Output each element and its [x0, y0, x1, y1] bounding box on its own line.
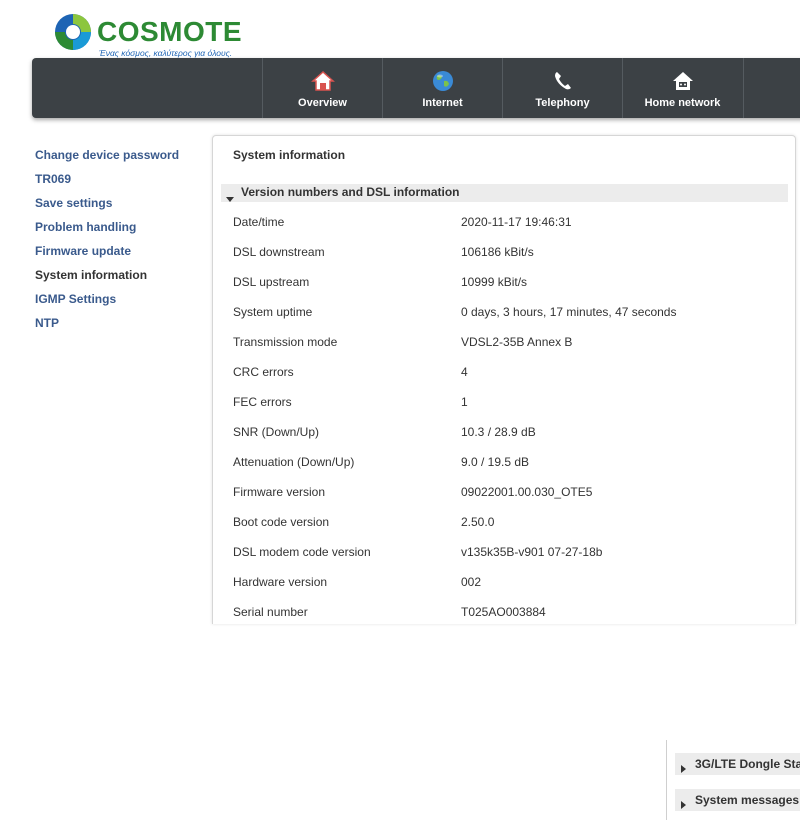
info-label: Transmission mode	[233, 335, 338, 349]
globe-icon	[430, 68, 456, 94]
caret-right-icon	[681, 760, 687, 778]
info-value: 2020-11-17 19:46:31	[461, 215, 572, 229]
dock-item-system-messages[interactable]: System messages	[675, 789, 800, 811]
nav-telephony[interactable]: Telephony	[502, 58, 622, 118]
section-title: Version numbers and DSL information	[241, 185, 460, 199]
info-label: SNR (Down/Up)	[233, 425, 320, 439]
nav-overview[interactable]: Overview	[262, 58, 382, 118]
info-label: DSL modem code version	[233, 545, 371, 559]
home-icon	[310, 68, 336, 94]
caret-right-icon	[681, 796, 687, 814]
phone-icon	[550, 68, 576, 94]
dock-item-label: System messages	[695, 793, 800, 807]
info-value: 10.3 / 28.9 dB	[461, 425, 536, 439]
sidebar-item-problem-handling[interactable]: Problem handling	[35, 218, 179, 242]
status-dock: 3G/LTE Dongle Sta System messages	[666, 740, 800, 820]
nav-home-network[interactable]: Home network	[622, 58, 742, 118]
info-value: 9.0 / 19.5 dB	[461, 455, 530, 469]
home-network-icon	[670, 68, 696, 94]
info-label: Firmware version	[233, 485, 326, 499]
info-value: T025AO003884	[461, 605, 546, 619]
sidebar-item-tr069[interactable]: TR069	[35, 170, 179, 194]
sidebar-item-igmp-settings[interactable]: IGMP Settings	[35, 290, 179, 314]
info-label: FEC errors	[233, 395, 292, 409]
nav-label: Telephony	[535, 97, 590, 109]
info-label: DSL downstream	[233, 245, 325, 259]
sidebar-item-firmware-update[interactable]: Firmware update	[35, 242, 179, 266]
cosmote-logo[interactable]: COSMOTE Ένας κόσμος, καλύτερος για όλους…	[54, 13, 244, 59]
nav-divider	[743, 58, 744, 118]
info-value: 09022001.00.030_OTE5	[461, 485, 593, 499]
info-value: 002	[461, 575, 482, 589]
sidebar-item-system-information[interactable]: System information	[35, 266, 179, 290]
sidebar-item-change-device-password[interactable]: Change device password	[35, 146, 179, 170]
dock-item-3g-lte-dongle-status[interactable]: 3G/LTE Dongle Sta	[675, 753, 800, 775]
sidebar-menu: Change device password TR069 Save settin…	[35, 146, 179, 338]
info-label: Date/time	[233, 215, 285, 229]
info-label: Boot code version	[233, 515, 330, 529]
version-section-header[interactable]: Version numbers and DSL information	[221, 184, 788, 202]
brand-name: COSMOTE	[97, 16, 243, 47]
info-value: 106186 kBit/s	[461, 245, 534, 259]
info-label: Attenuation (Down/Up)	[233, 455, 355, 469]
info-value: 10999 kBit/s	[461, 275, 528, 289]
info-label: System uptime	[233, 305, 313, 319]
system-information-panel: System information Version numbers and D…	[212, 135, 796, 624]
sidebar-item-ntp[interactable]: NTP	[35, 314, 179, 338]
page-title: System information	[233, 148, 346, 162]
info-label: Serial number	[233, 605, 308, 619]
nav-label: Overview	[298, 97, 347, 109]
brand-tagline: Ένας κόσμος, καλύτερος για όλους.	[99, 48, 233, 58]
nav-label: Internet	[422, 97, 463, 109]
nav-label: Home network	[644, 97, 721, 109]
info-label: Hardware version	[233, 575, 328, 589]
info-value: VDSL2-35B Annex B	[461, 335, 573, 349]
info-value: v135k35B-v901 07-27-18b	[461, 545, 603, 559]
info-value: 0 days, 3 hours, 17 minutes, 47 seconds	[461, 305, 677, 319]
info-label: CRC errors	[233, 365, 294, 379]
info-value: 1	[461, 395, 468, 409]
sidebar-item-save-settings[interactable]: Save settings	[35, 194, 179, 218]
caret-down-icon	[226, 190, 234, 208]
info-label: DSL upstream	[233, 275, 310, 289]
cosmote-logo-icon	[55, 14, 91, 50]
info-value: 2.50.0	[461, 515, 495, 529]
info-value: 4	[461, 365, 468, 379]
top-navigation: Overview Internet Telephony Home network	[32, 58, 800, 118]
nav-internet[interactable]: Internet	[382, 58, 502, 118]
dock-item-label: 3G/LTE Dongle Sta	[695, 757, 800, 771]
